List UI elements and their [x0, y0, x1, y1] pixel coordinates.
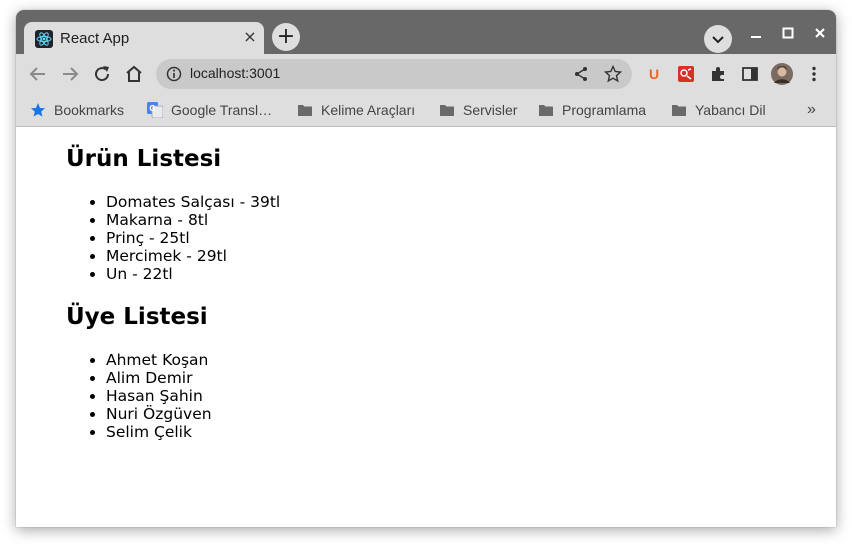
profile-avatar[interactable]: [771, 63, 793, 85]
product-item: Makarna - 8tl: [106, 211, 280, 229]
member-item: Ahmet Koşan: [106, 351, 212, 369]
bookmark-folder-yabanci-dil[interactable]: Yabancı Dil: [671, 98, 766, 122]
browser-menu-icon[interactable]: [804, 64, 824, 84]
google-translate-icon: G: [147, 102, 163, 118]
svg-text:G: G: [149, 104, 155, 113]
close-window-button[interactable]: [810, 23, 830, 43]
svg-text:U: U: [649, 66, 659, 82]
folder-icon: [672, 105, 686, 116]
react-favicon-icon: [35, 30, 53, 48]
back-button[interactable]: [26, 62, 50, 86]
folder-icon: [539, 105, 553, 116]
minimize-button[interactable]: [746, 23, 766, 43]
products-list: Domates Salçası - 39tl Makarna - 8tl Pri…: [66, 193, 280, 283]
bookmark-label: Google Transl…: [171, 102, 273, 118]
bookmark-label: Bookmarks: [54, 102, 125, 118]
member-item: Hasan Şahin: [106, 387, 212, 405]
back-arrow-icon: [29, 67, 45, 81]
members-list: Ahmet Koşan Alim Demir Hasan Şahin Nuri …: [66, 351, 212, 441]
forward-arrow-icon: [63, 67, 79, 81]
member-item: Alim Demir: [106, 369, 212, 387]
maximize-button[interactable]: [778, 23, 798, 43]
maximize-icon: [782, 27, 794, 39]
bookmarks-bar: Bookmarks G Google Transl… Kelime Araçla…: [16, 94, 836, 127]
bookmark-folder-servisler[interactable]: Servisler: [439, 98, 517, 122]
site-info-icon[interactable]: [166, 66, 182, 82]
bookmark-folder-programlama[interactable]: Programlama: [538, 98, 646, 122]
address-bar[interactable]: localhost:3001: [156, 59, 632, 89]
reload-button[interactable]: [90, 62, 114, 86]
bookmark-label: Yabancı Dil: [695, 102, 766, 118]
product-item: Domates Salçası - 39tl: [106, 193, 280, 211]
home-button[interactable]: [122, 62, 146, 86]
new-tab-button[interactable]: +: [272, 23, 300, 51]
bookmark-label: Kelime Araçları: [321, 102, 416, 118]
member-item: Nuri Özgüven: [106, 405, 212, 423]
browser-window: React App × + localhost:3001 U Bookmarks…: [16, 10, 836, 527]
side-panel-icon[interactable]: [740, 64, 760, 84]
page-content: Ürün Listesi Domates Salçası - 39tl Maka…: [16, 127, 836, 527]
bookmark-folder-kelime-araclari[interactable]: Kelime Araçları: [297, 98, 415, 122]
product-item: Un - 22tl: [106, 265, 280, 283]
red-extension-icon[interactable]: [676, 64, 696, 84]
folder-icon: [298, 105, 312, 116]
products-heading: Ürün Listesi: [66, 146, 222, 172]
member-item: Selim Çelik: [106, 423, 212, 441]
active-tab[interactable]: React App ×: [24, 22, 264, 56]
tab-title: React App: [60, 30, 130, 47]
bookmark-item-bookmarks[interactable]: Bookmarks: [30, 98, 124, 122]
chevron-down-icon: [712, 36, 724, 44]
bookmark-label: Servisler: [463, 102, 518, 118]
bookmarks-overflow-button[interactable]: »: [807, 98, 816, 122]
bookmark-star-icon[interactable]: [603, 64, 623, 83]
browser-toolbar: localhost:3001 U: [16, 54, 836, 94]
members-heading: Üye Listesi: [66, 304, 208, 330]
tab-search-button[interactable]: [704, 25, 732, 53]
url-text[interactable]: localhost:3001: [190, 65, 280, 81]
tab-close-icon[interactable]: ×: [241, 28, 259, 46]
ublock-extension-icon[interactable]: U: [644, 64, 664, 84]
forward-button[interactable]: [58, 62, 82, 86]
product-item: Prinç - 25tl: [106, 229, 280, 247]
reload-icon: [95, 66, 110, 82]
product-item: Mercimek - 29tl: [106, 247, 280, 265]
folder-icon: [440, 105, 454, 116]
title-bar: React App × +: [16, 10, 836, 56]
star-icon: [31, 103, 45, 117]
home-icon: [126, 65, 142, 82]
close-icon: [815, 28, 825, 38]
bookmark-item-google-translate[interactable]: G Google Transl…: [147, 98, 272, 122]
bookmark-label: Programlama: [562, 102, 647, 118]
extensions-puzzle-icon[interactable]: [708, 64, 728, 84]
minimize-icon: [751, 36, 761, 38]
share-icon[interactable]: [572, 65, 590, 83]
